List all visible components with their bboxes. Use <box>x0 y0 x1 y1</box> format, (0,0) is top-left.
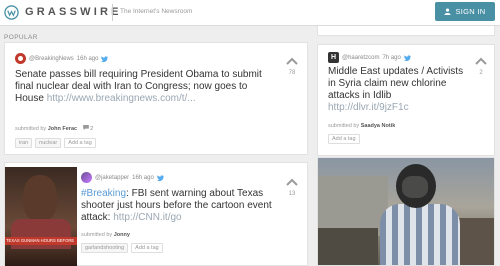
photo-person-body <box>380 204 460 265</box>
story-meta: @jaketapper 16h ago <box>81 172 164 183</box>
submitter-name[interactable]: Jonny <box>114 232 130 238</box>
upvote-control[interactable]: 2 <box>472 57 490 76</box>
photo-building <box>318 176 388 236</box>
tag[interactable]: garlandshooting <box>81 243 129 253</box>
story-photo[interactable] <box>318 158 494 265</box>
submitter-name[interactable]: Saadya Notik <box>361 123 396 129</box>
photo-gas-mask <box>402 176 428 198</box>
story-image-card[interactable] <box>317 157 495 266</box>
twitter-bird-icon <box>101 55 109 62</box>
story-headline[interactable]: Middle East updates / Activists in Syria… <box>328 66 468 114</box>
sign-in-button[interactable]: SIGN IN <box>435 2 495 21</box>
vote-count: 2 <box>479 70 483 76</box>
story-link[interactable]: http://www.breakingnews.com/t/... <box>47 93 196 104</box>
story-headline[interactable]: Senate passes bill requiring President O… <box>15 69 265 105</box>
photo-crowd <box>458 218 494 265</box>
thumbnail-banner: TEXAS GUNMAN HOURS BEFORE <box>5 237 77 245</box>
comment-icon <box>82 125 89 130</box>
author-handle[interactable]: @BreakingNews <box>29 56 74 62</box>
header-divider <box>112 4 113 21</box>
upvote-control[interactable]: 13 <box>283 178 301 197</box>
story-meta: @BreakingNews 16h ago <box>15 53 109 64</box>
vote-count: 13 <box>288 191 296 197</box>
comment-count[interactable]: 2 <box>82 125 94 132</box>
vote-count: 78 <box>288 70 296 76</box>
hashtag[interactable]: #Breaking <box>81 188 126 199</box>
tag-list: garlandshooting Add a tag <box>81 243 163 253</box>
story-meta: H @haaretzcom 7h ago <box>328 52 411 63</box>
add-tag-button[interactable]: Add a tag <box>328 134 360 144</box>
tag[interactable]: iran <box>15 138 33 148</box>
chevron-up-icon[interactable] <box>475 57 487 65</box>
story-card[interactable]: @BreakingNews 16h ago Senate passes bill… <box>4 42 308 155</box>
thumbnail-face <box>23 175 57 221</box>
story-card[interactable]: H @haaretzcom 7h ago Middle East updates… <box>317 44 495 156</box>
tagline: The Internet's Newsroom <box>120 8 193 15</box>
author-handle[interactable]: @jaketapper <box>95 175 129 181</box>
tag[interactable]: nuclear <box>35 138 62 148</box>
submitted-prefix: submitted by <box>328 123 360 129</box>
submitted-prefix: submitted by <box>15 126 47 132</box>
user-icon <box>444 8 452 15</box>
chevron-up-icon[interactable] <box>286 57 298 65</box>
add-tag-button[interactable]: Add a tag <box>131 243 163 253</box>
submitted-prefix: submitted by <box>81 232 113 238</box>
upvote-control[interactable]: 78 <box>283 57 301 76</box>
submitter-name[interactable]: John Ferac <box>48 126 77 132</box>
brand-name[interactable]: GRASSWIRE <box>25 6 122 18</box>
previous-card-stub <box>317 26 495 36</box>
top-bar: GRASSWIRE The Internet's Newsroom SIGN I… <box>0 0 500 26</box>
avatar[interactable] <box>81 172 92 183</box>
sign-in-label: SIGN IN <box>455 7 486 16</box>
avatar[interactable] <box>15 53 26 64</box>
author-handle[interactable]: @haaretzcom <box>342 55 379 61</box>
story-link[interactable]: http://CNN.it/go <box>113 212 181 223</box>
twitter-bird-icon <box>403 54 411 61</box>
story-headline[interactable]: #Breaking: FBI sent warning about Texas … <box>81 188 281 224</box>
avatar[interactable]: H <box>328 52 339 63</box>
story-link[interactable]: http://dlvr.it/9jzF1c <box>328 102 409 113</box>
section-label: POPULAR <box>4 34 38 41</box>
tag-list: iran nuclear Add a tag <box>15 138 96 148</box>
chevron-up-icon[interactable] <box>286 178 298 186</box>
submitted-by: submitted by Saadya Notik <box>328 123 395 129</box>
story-card[interactable]: TEXAS GUNMAN HOURS BEFORE @jaketapper 16… <box>4 162 308 266</box>
submitted-by: submitted by Jonny <box>81 232 130 238</box>
photo-crowd <box>318 228 378 265</box>
submitted-by: submitted by John Ferac 2 <box>15 125 93 132</box>
headline-text[interactable]: Middle East updates / Activists in Syria… <box>328 66 463 101</box>
twitter-bird-icon <box>156 174 164 181</box>
post-time: 16h ago <box>76 55 99 62</box>
post-time: 16h ago <box>132 174 154 181</box>
tag-list: Add a tag <box>328 134 360 144</box>
comments-number: 2 <box>90 126 94 132</box>
story-thumbnail[interactable]: TEXAS GUNMAN HOURS BEFORE <box>5 167 77 266</box>
grasswire-logo-icon[interactable] <box>4 5 19 20</box>
post-time: 7h ago <box>382 54 401 61</box>
add-tag-button[interactable]: Add a tag <box>64 138 96 148</box>
